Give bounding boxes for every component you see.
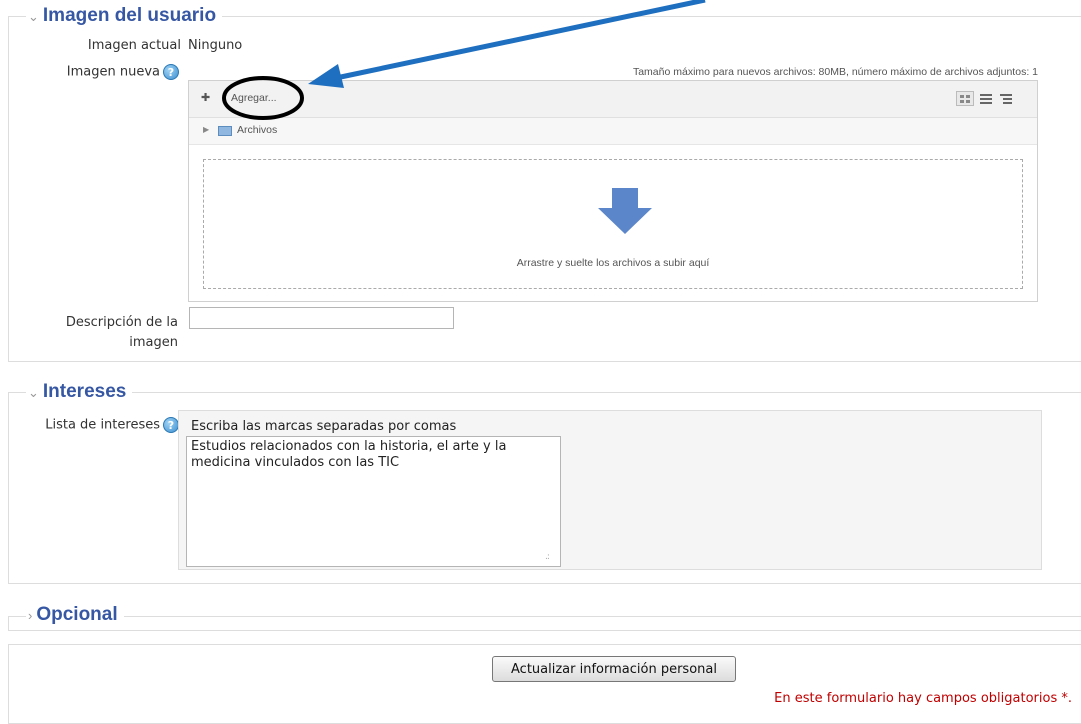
- annotation-arrow-head: [308, 64, 344, 88]
- annotation-arrow-line: [335, 0, 706, 81]
- annotation-circle: [222, 76, 304, 120]
- annotation-overlay: [222, 0, 706, 120]
